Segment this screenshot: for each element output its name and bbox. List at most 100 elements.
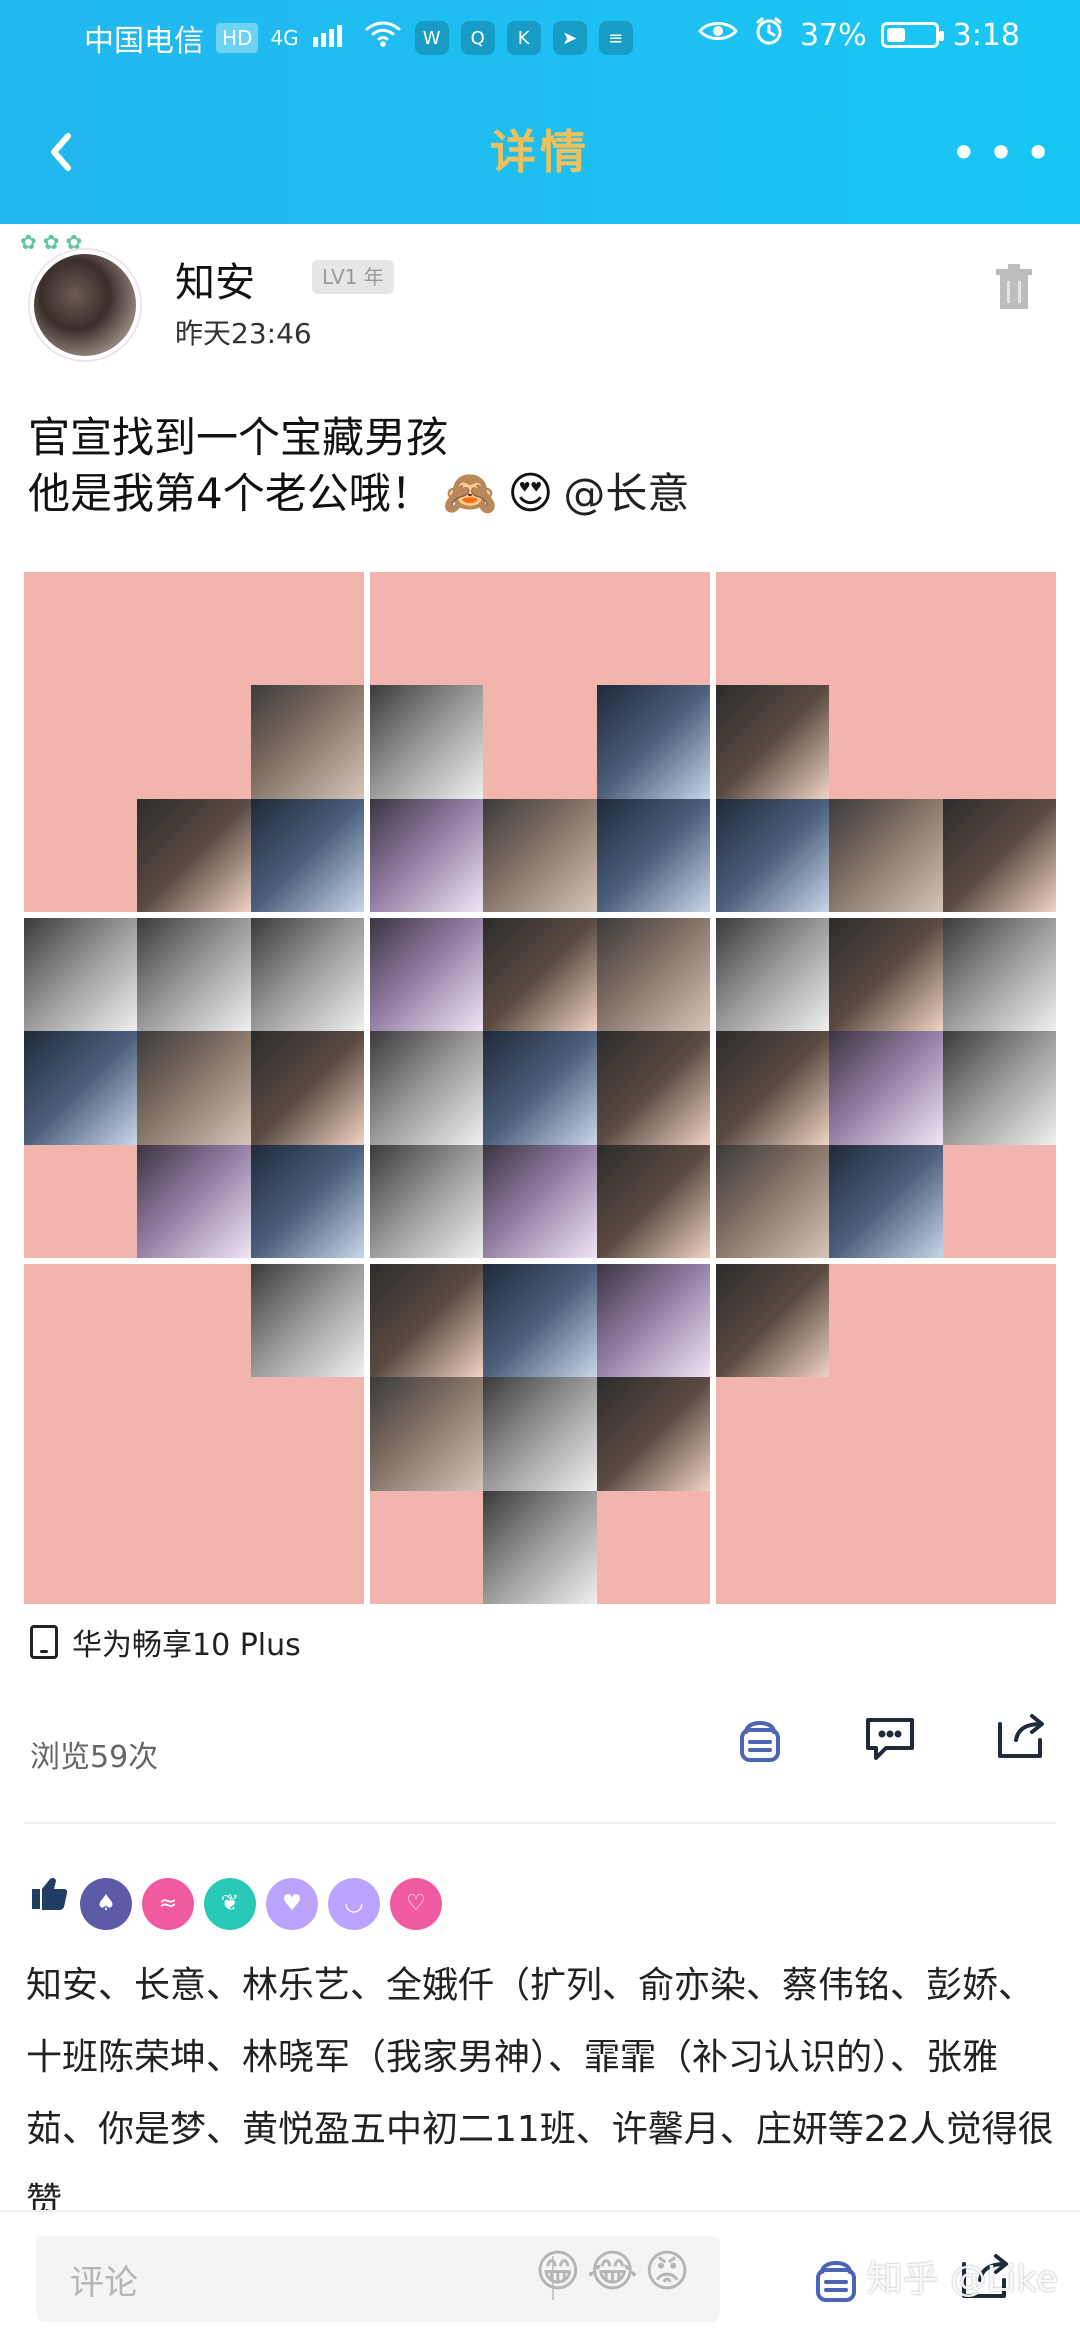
pink-cell bbox=[942, 1377, 1056, 1491]
pink-cell bbox=[24, 1377, 138, 1491]
more-button[interactable]: ••• bbox=[950, 118, 1056, 188]
pink-cell bbox=[24, 1264, 138, 1378]
status-right: 37% 3:18 bbox=[698, 16, 1020, 54]
photo-cell bbox=[483, 1490, 597, 1604]
photo-cell bbox=[716, 685, 830, 799]
battery-percent: 37% bbox=[799, 17, 867, 53]
more-icon: ••• bbox=[950, 126, 1062, 180]
photo-mosaic bbox=[716, 1264, 1056, 1604]
pink-cell bbox=[829, 1490, 943, 1604]
feishu-icon: ➤ bbox=[552, 21, 587, 55]
pink-cell bbox=[942, 1490, 1056, 1604]
pink-cell bbox=[829, 685, 943, 799]
image-tile[interactable] bbox=[716, 572, 1056, 912]
photo-cell bbox=[942, 1031, 1056, 1145]
photo-cell bbox=[24, 918, 138, 1032]
pink-cell bbox=[137, 1264, 251, 1378]
post-text: 官宣找到一个宝藏男孩 他是我第4个老公哦！ 🙈 😍 @长意 bbox=[28, 410, 1048, 522]
signal-icon bbox=[311, 19, 351, 57]
image-tile[interactable] bbox=[370, 918, 710, 1258]
image-tile[interactable] bbox=[370, 572, 710, 912]
pink-cell bbox=[137, 572, 251, 686]
photo-cell bbox=[370, 685, 484, 799]
pink-cell bbox=[942, 1144, 1056, 1258]
photo-cell bbox=[137, 798, 251, 912]
emoji-angry: 😡 bbox=[644, 2246, 690, 2297]
emoji-grin: 😁 bbox=[534, 2246, 581, 2297]
pink-cell bbox=[942, 572, 1056, 686]
photo-cell bbox=[483, 918, 597, 1032]
pink-cell bbox=[942, 1264, 1056, 1378]
image-tile[interactable] bbox=[24, 1264, 364, 1604]
k-icon: K bbox=[506, 21, 541, 55]
image-tile[interactable] bbox=[24, 918, 364, 1258]
pink-cell bbox=[829, 1377, 943, 1491]
username[interactable]: 知安 bbox=[175, 250, 255, 308]
page-header: 详情 ••• bbox=[0, 72, 1080, 224]
pink-cell bbox=[370, 1490, 484, 1604]
app-icon: ≡ bbox=[598, 21, 633, 55]
eye-icon bbox=[698, 16, 738, 54]
image-grid[interactable] bbox=[24, 572, 1056, 1604]
avatar-icon: ❦ bbox=[204, 1878, 256, 1930]
photo-cell bbox=[942, 798, 1056, 912]
image-tile[interactable] bbox=[716, 918, 1056, 1258]
network-text: 4G bbox=[270, 26, 299, 50]
bag-icon bbox=[816, 2261, 856, 2302]
monkey-emoji: 🙈 bbox=[442, 468, 498, 519]
share-button[interactable] bbox=[984, 1702, 1056, 1774]
photo-cell bbox=[596, 1144, 710, 1258]
photo-cell bbox=[370, 798, 484, 912]
pink-cell bbox=[829, 572, 943, 686]
avatar-icon: ◡ bbox=[328, 1878, 380, 1930]
likes-row: ♠ ≈ ❦ ♥ ◡ ♡ 知安、长意、林乐艺、全娥仟（扩列、俞亦染、蔡伟铭、彭娇、… bbox=[26, 1868, 1058, 2238]
pink-cell bbox=[137, 1490, 251, 1604]
image-tile[interactable] bbox=[24, 572, 364, 912]
bottom-bar: 评论 😁 😂 😡 知乎 @Like bbox=[0, 2210, 1080, 2340]
pink-cell bbox=[24, 572, 138, 686]
photo-cell bbox=[596, 1031, 710, 1145]
pink-cell bbox=[24, 798, 138, 912]
photo-cell bbox=[596, 1377, 710, 1491]
pink-cell bbox=[137, 685, 251, 799]
photo-cell bbox=[250, 918, 364, 1032]
thumb-up-icon bbox=[26, 1868, 70, 1940]
pink-cell bbox=[716, 1490, 830, 1604]
phone-icon bbox=[30, 1625, 58, 1659]
image-tile[interactable] bbox=[370, 1264, 710, 1604]
photo-cell bbox=[370, 1264, 484, 1378]
avatar-icon: ♡ bbox=[390, 1878, 442, 1930]
comment-button[interactable] bbox=[854, 1702, 926, 1774]
post-header: ✿ ✿ ✿ 知安 LV1 年 昨天23:46 bbox=[0, 224, 1080, 364]
photo-mosaic bbox=[716, 918, 1056, 1258]
delete-button[interactable] bbox=[984, 252, 1044, 322]
pink-cell bbox=[250, 1377, 364, 1491]
photo-cell bbox=[716, 1031, 830, 1145]
level-badge: LV1 年 bbox=[312, 260, 394, 294]
avatar[interactable] bbox=[30, 250, 140, 360]
photo-cell bbox=[942, 918, 1056, 1032]
trash-icon bbox=[996, 264, 1032, 309]
mention[interactable]: @长意 bbox=[563, 466, 689, 522]
status-time: 3:18 bbox=[952, 17, 1020, 53]
photo-cell bbox=[137, 1031, 251, 1145]
pink-cell bbox=[829, 1264, 943, 1378]
photo-mosaic bbox=[24, 1264, 364, 1604]
image-tile[interactable] bbox=[716, 1264, 1056, 1604]
pink-cell bbox=[483, 572, 597, 686]
page-title: 详情 bbox=[490, 125, 590, 179]
view-count: 浏览59次 bbox=[30, 1740, 159, 1775]
comment-input[interactable]: 评论 😁 😂 😡 bbox=[36, 2236, 720, 2322]
bottom-like-button[interactable] bbox=[800, 2242, 872, 2314]
like-button[interactable] bbox=[724, 1702, 796, 1774]
emoji-picker[interactable]: 😁 😂 😡 bbox=[535, 2246, 690, 2297]
photo-cell bbox=[250, 1144, 364, 1258]
photo-cell bbox=[250, 1264, 364, 1378]
photo-cell bbox=[716, 918, 830, 1032]
pink-cell bbox=[24, 685, 138, 799]
pink-cell bbox=[137, 1377, 251, 1491]
photo-mosaic bbox=[370, 1264, 710, 1604]
alarm-icon bbox=[752, 16, 786, 54]
status-left: 中国电信 HD 4G W Q K ➤ ≡ bbox=[84, 16, 633, 60]
battery-icon bbox=[880, 22, 944, 48]
